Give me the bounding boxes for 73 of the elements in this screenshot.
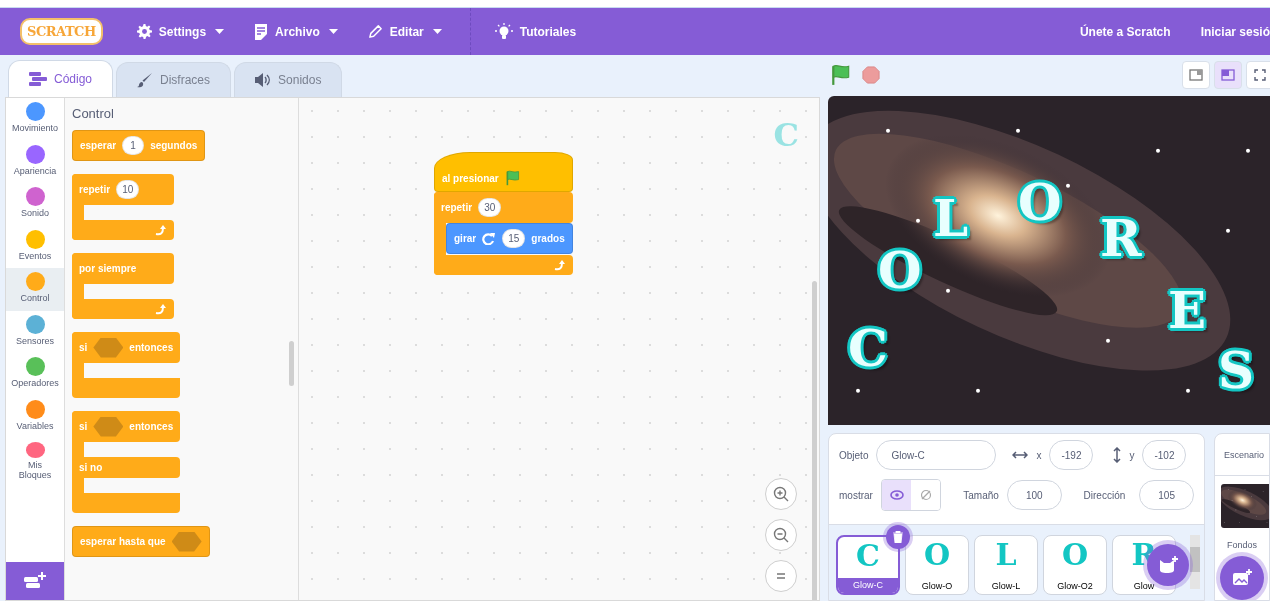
y-field[interactable]: -102	[1142, 440, 1187, 470]
number-input[interactable]: 15	[502, 229, 526, 248]
sprite-name: Glow-C	[838, 578, 898, 593]
block-label: repetir	[79, 184, 111, 195]
sprite-thumbnail: O	[923, 540, 951, 570]
sprite-thumbnail: O	[1061, 540, 1089, 570]
block-label: por siempre	[79, 263, 137, 274]
sprite-letter[interactable]: C	[848, 323, 888, 374]
sprite-thumbnail: C	[856, 541, 880, 571]
code-block[interactable]: girar 15 grados	[446, 223, 573, 254]
sprite-letter[interactable]: O	[878, 245, 922, 296]
block-label: entonces	[129, 342, 174, 353]
sprite-letter[interactable]: S	[1218, 345, 1255, 396]
category-item[interactable]: Operadores	[6, 353, 64, 396]
editor-tab[interactable]: Código	[8, 60, 114, 97]
block-label: segundos	[150, 140, 198, 151]
stage-panel-title: Escenario	[1215, 434, 1269, 476]
category-item[interactable]: Sonido	[6, 183, 64, 226]
category-item[interactable]: Eventos	[6, 225, 64, 268]
field-label: Objeto	[839, 449, 869, 461]
code-block[interactable]: esperar 1 segundos	[72, 130, 206, 161]
block-label: girar	[454, 233, 477, 244]
backdrops-label: Fondos	[1227, 540, 1257, 550]
sprite-name: Glow-L	[990, 580, 1022, 593]
x-field[interactable]: -192	[1049, 440, 1094, 470]
sprite-letter[interactable]: L	[933, 193, 969, 244]
block-label: esperar hasta que	[80, 536, 166, 547]
block-label: entonces	[129, 421, 174, 432]
block-label: si	[79, 421, 88, 432]
sprite-name: Glow-O2	[1056, 580, 1094, 593]
category-item[interactable]: Variables	[6, 395, 64, 438]
menu-item[interactable]: Tutoriales	[482, 8, 589, 55]
field-label: Dirección	[1083, 489, 1126, 501]
field-label: mostrar	[839, 489, 873, 501]
field-label: y	[1129, 449, 1135, 461]
field-label: Tamaño	[963, 489, 999, 501]
sprite-letter[interactable]: O	[1018, 177, 1062, 228]
menu-item[interactable]: Editar	[355, 8, 454, 55]
category-item[interactable]: Movimiento	[6, 98, 64, 141]
block-label: al presionar	[442, 172, 499, 184]
category-item[interactable]: Mis Bloques	[6, 438, 64, 481]
sprite-tile[interactable]: C Glow-C	[836, 535, 900, 595]
sign-in-link[interactable]: Iniciar sesió	[1200, 24, 1270, 39]
category-item[interactable]: Sensores	[6, 310, 64, 353]
block-label: si no	[79, 462, 103, 473]
number-input[interactable]: 1	[122, 136, 145, 155]
sprite-name-field[interactable]: Glow-C	[876, 440, 997, 470]
block-label: esperar	[80, 140, 117, 151]
number-input[interactable]: 30	[478, 198, 502, 217]
category-item[interactable]: Control	[6, 268, 64, 311]
block-label: si	[79, 342, 88, 353]
loop-block[interactable]: repetir 30 girar 15 grados	[434, 192, 573, 275]
sprite-tile[interactable]: L Glow-L	[974, 535, 1038, 595]
sprite-name: Glow	[1132, 580, 1156, 593]
loop-block[interactable]: repetir 10	[72, 174, 174, 240]
category-item[interactable]: Apariencia	[6, 140, 64, 183]
sprite-letter[interactable]: R	[1100, 213, 1142, 264]
sprite-letter[interactable]: E	[1168, 285, 1207, 336]
number-input[interactable]: 10	[116, 180, 140, 199]
sprite-tile[interactable]: O Glow-O	[905, 535, 969, 595]
block-label: grados	[531, 233, 565, 244]
block-label: repetir	[441, 202, 473, 213]
sprite-thumbnail: L	[995, 540, 1017, 570]
menu-item[interactable]: Settings	[124, 8, 237, 55]
size-field[interactable]: 100	[1006, 480, 1062, 510]
category-heading: Control	[72, 106, 114, 121]
sprite-indicator: C	[773, 116, 799, 154]
join-link[interactable]: Únete a Scratch	[1079, 24, 1171, 39]
sprite-tile[interactable]: O Glow-O2	[1043, 535, 1107, 595]
field-label: x	[1036, 449, 1042, 461]
sprite-name: Glow-O	[920, 580, 954, 593]
direction-field[interactable]: 105	[1139, 480, 1194, 510]
menu-item[interactable]: Archivo	[242, 8, 350, 55]
